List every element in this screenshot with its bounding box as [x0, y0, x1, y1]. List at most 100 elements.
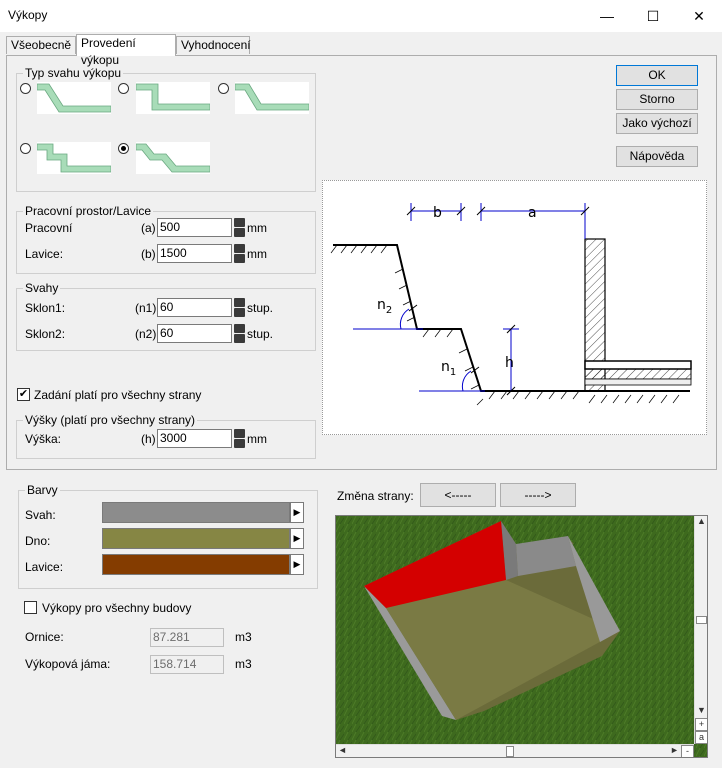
auto-zoom-button[interactable]: a — [695, 731, 707, 744]
slope2-label: Sklon2: — [25, 327, 66, 341]
pit-unit: m3 — [235, 657, 252, 671]
help-button[interactable]: Nápověda — [616, 146, 698, 167]
bottom-color-picker-button[interactable]: ▶ — [290, 528, 304, 549]
topsoil-value: 87.281 — [150, 628, 224, 647]
height-input[interactable]: 3000 — [157, 429, 232, 448]
all-buildings-checkbox[interactable] — [24, 601, 37, 614]
workspace-legend: Pracovní prostor/Lavice — [25, 204, 152, 218]
bottom-color-label: Dno: — [25, 534, 51, 548]
cancel-button[interactable]: Storno — [616, 89, 698, 110]
dim-h-label: h — [505, 355, 514, 371]
working-space-input[interactable]: 500 — [157, 218, 232, 237]
scroll-down-icon[interactable]: ▼ — [695, 705, 707, 718]
maximize-button[interactable]: ☐ — [630, 0, 676, 32]
bench-color-picker-button[interactable]: ▶ — [290, 554, 304, 575]
slope-type-thumb-3[interactable] — [235, 82, 309, 114]
working-space-spinner[interactable] — [234, 218, 245, 237]
topsoil-unit: m3 — [235, 630, 252, 644]
slope-type-thumb-1[interactable] — [37, 82, 111, 114]
bench-spinner[interactable] — [234, 244, 245, 263]
scroll-up-icon[interactable]: ▲ — [695, 516, 707, 529]
working-space-label: Pracovní — [25, 221, 73, 235]
ok-button[interactable]: OK — [616, 65, 698, 86]
workspace-group: Pracovní prostor/Lavice — [16, 204, 316, 274]
bench-tag: (b) — [141, 247, 156, 261]
title-bar: Výkopy — ☐ ✕ — [0, 0, 722, 32]
dim-a-label: a — [528, 205, 537, 221]
vertical-scroll-thumb[interactable] — [696, 616, 707, 624]
height-tag: (h) — [141, 432, 156, 446]
excavation-diagram: b a h n2 n1 — [322, 180, 707, 435]
slope2-unit: stup. — [247, 327, 274, 341]
all-buildings-label[interactable]: Výkopy pro všechny budovy — [42, 601, 191, 615]
previous-side-button[interactable]: <----- — [420, 483, 496, 507]
side-change-label: Změna strany: — [337, 489, 414, 503]
slope-type-thumb-4[interactable] — [37, 142, 111, 174]
slope-type-thumb-2[interactable] — [136, 82, 210, 114]
vertical-scrollbar[interactable]: ▲ ▼ + a — [694, 516, 707, 744]
3d-view[interactable]: ▲ ▼ + a ◄ ► - — [335, 515, 708, 758]
angle-n1-sub: 1 — [450, 367, 456, 378]
zoom-out-button[interactable]: - — [681, 745, 694, 757]
tab-general[interactable]: Všeobecně — [6, 36, 76, 54]
minimize-button[interactable]: — — [584, 0, 630, 32]
3d-excavation-render[interactable] — [336, 516, 707, 757]
bench-label: Lavice: — [25, 247, 64, 261]
window-title: Výkopy — [8, 8, 48, 22]
zoom-in-button[interactable]: + — [695, 718, 707, 731]
next-side-button[interactable]: -----> — [500, 483, 576, 507]
slope1-label: Sklon1: — [25, 301, 66, 315]
slope1-input[interactable]: 60 — [157, 298, 232, 317]
angle-n1-letter: n — [441, 359, 450, 375]
all-sides-label[interactable]: Zadání platí pro všechny strany — [34, 388, 201, 402]
angle-n2-letter: n — [377, 297, 386, 313]
working-space-unit: mm — [247, 221, 267, 235]
height-spinner[interactable] — [234, 429, 245, 448]
slope2-input[interactable]: 60 — [157, 324, 232, 343]
pit-value: 158.714 — [150, 655, 224, 674]
slope-type-radio-2[interactable] — [118, 83, 129, 94]
working-space-tag: (a) — [141, 221, 156, 235]
dim-b-label: b — [433, 205, 442, 221]
slope1-unit: stup. — [247, 301, 274, 315]
minimize-icon: — — [600, 8, 614, 24]
horizontal-scroll-thumb[interactable] — [506, 746, 514, 757]
slope1-tag: (n1) — [135, 301, 157, 315]
tab-evaluation[interactable]: Vyhodnocení — [176, 36, 251, 54]
heights-legend: Výšky (platí pro všechny strany) — [25, 413, 196, 427]
close-button[interactable]: ✕ — [676, 0, 722, 32]
angle-n2-label: n2 — [377, 297, 392, 316]
slope2-tag: (n2) — [135, 327, 157, 341]
slope-type-radio-1[interactable] — [20, 83, 31, 94]
angle-n2-sub: 2 — [386, 305, 392, 316]
slopes-legend: Svahy — [25, 281, 59, 295]
all-sides-checkbox[interactable]: ✔ — [17, 388, 30, 401]
bench-color-label: Lavice: — [25, 560, 64, 574]
slope-color-label: Svah: — [25, 508, 56, 522]
slope-type-radio-5[interactable] — [118, 143, 129, 154]
slope-type-radio-4[interactable] — [20, 143, 31, 154]
bench-color-swatch[interactable] — [102, 554, 290, 575]
bottom-color-swatch[interactable] — [102, 528, 290, 549]
colors-legend: Barvy — [27, 483, 58, 497]
scroll-right-icon[interactable]: ► — [668, 745, 681, 757]
angle-n1-label: n1 — [441, 359, 456, 378]
bench-unit: mm — [247, 247, 267, 261]
tab-excavation[interactable]: Provedení výkopu — [76, 34, 176, 67]
scroll-left-icon[interactable]: ◄ — [336, 745, 349, 757]
slope2-spinner[interactable] — [234, 324, 245, 343]
slope-color-swatch[interactable] — [102, 502, 290, 523]
topsoil-label: Ornice: — [25, 630, 64, 644]
slope1-spinner[interactable] — [234, 298, 245, 317]
height-label: Výška: — [25, 432, 62, 446]
slope-type-radio-3[interactable] — [218, 83, 229, 94]
close-icon: ✕ — [693, 7, 705, 24]
horizontal-scrollbar[interactable]: ◄ ► - — [336, 744, 694, 757]
height-unit: mm — [247, 432, 267, 446]
slope-color-picker-button[interactable]: ▶ — [290, 502, 304, 523]
slope-type-thumb-5[interactable] — [136, 142, 210, 174]
pit-label: Výkopová jáma: — [25, 657, 111, 671]
bench-input[interactable]: 1500 — [157, 244, 232, 263]
set-default-button[interactable]: Jako výchozí — [616, 113, 698, 134]
maximize-icon: ☐ — [646, 7, 660, 24]
